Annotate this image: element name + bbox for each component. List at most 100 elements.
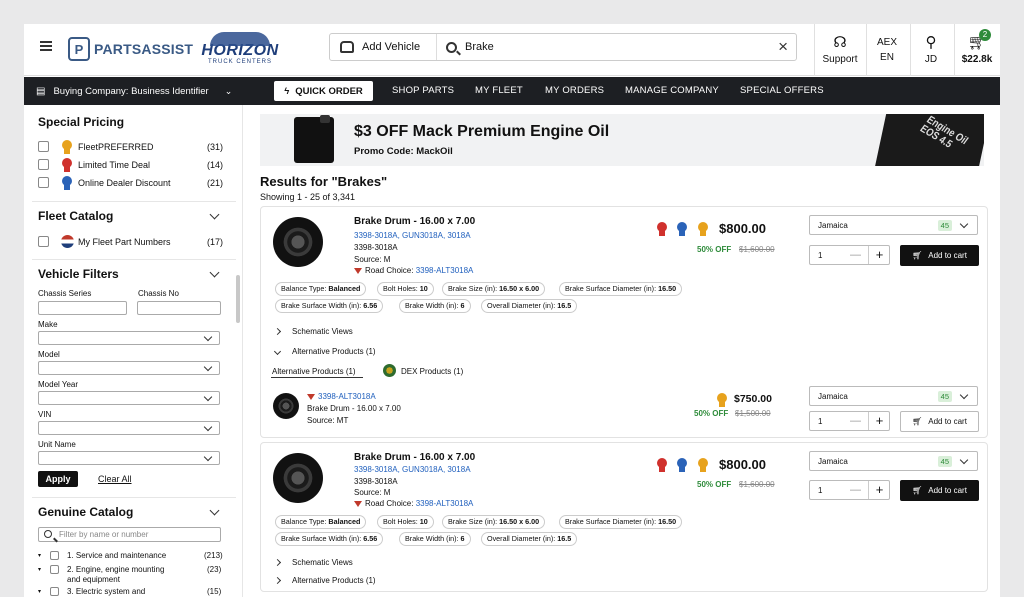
close-icon[interactable]: × [778, 38, 788, 55]
product-name[interactable]: Brake Drum - 16.00 x 7.00 [354, 452, 475, 463]
tab-dex-products[interactable]: DEX Products (1) [401, 367, 463, 376]
catalog-item-checkbox[interactable] [50, 565, 59, 574]
header-divider [814, 24, 815, 76]
expand-icon[interactable]: ▾ [38, 566, 41, 573]
quantity-stepper[interactable]: 1 — + [809, 411, 890, 431]
online-dealer-discount-label: Online Dealer Discount [78, 178, 171, 188]
product-links[interactable]: 3398-3018A, GUN3018A, 3018A [354, 465, 471, 474]
brake-drum-image[interactable] [273, 217, 323, 267]
make-select[interactable] [38, 331, 220, 345]
chevron-right-icon [273, 558, 282, 567]
quantity-value: 1 [818, 417, 823, 426]
minus-icon[interactable]: — [850, 249, 861, 261]
catalog-item-checkbox[interactable] [50, 587, 59, 596]
schematic-views-toggle[interactable]: Schematic Views [273, 558, 353, 567]
filter-sidebar: Special Pricing FleetPREFERRED (31) Limi… [24, 105, 243, 597]
nav-item-shop-parts[interactable]: SHOP PARTS [392, 77, 454, 105]
catalog-item-label: 2. Engine, engine mounting and equipment [67, 565, 165, 584]
buying-company-select[interactable]: ▤ Buying Company: Business Identifier ⌄ [36, 77, 232, 105]
support-button[interactable]: ☊ Support [816, 24, 864, 76]
road-choice-link[interactable]: 3398-ALT3018A [416, 266, 474, 275]
limited-time-deal-checkbox[interactable] [38, 159, 49, 170]
product-source: Source: M [354, 255, 391, 264]
promo-banner[interactable]: $3 OFF Mack Premium Engine Oil Promo Cod… [260, 114, 984, 166]
location-select[interactable]: Jamaica 45 [809, 215, 978, 235]
chassis-no-input[interactable] [137, 301, 221, 315]
partsassist-logo[interactable]: P PARTSASSIST [68, 36, 193, 62]
alternative-products-toggle[interactable]: Alternative Products (1) [273, 347, 376, 356]
add-vehicle-button[interactable]: Add Vehicle [330, 34, 437, 60]
sidebar-scrollbar[interactable] [236, 275, 240, 323]
fleet-catalog-heading[interactable]: Fleet Catalog [38, 209, 113, 223]
chassis-series-input[interactable] [38, 301, 127, 315]
expand-icon[interactable]: ▾ [38, 552, 41, 559]
alternative-products-toggle[interactable]: Alternative Products (1) [273, 576, 376, 585]
product-price: $800.00 [719, 221, 766, 236]
chassis-series-label: Chassis Series [38, 289, 92, 298]
minus-icon[interactable]: — [850, 415, 861, 427]
add-to-cart-button[interactable]: 🛒︎ Add to cart [900, 245, 979, 266]
chevron-down-icon[interactable] [209, 209, 220, 220]
add-to-cart-button[interactable]: 🛒︎ Add to cart [900, 480, 979, 501]
search-input[interactable]: Brake [446, 34, 494, 60]
clear-all-link[interactable]: Clear All [98, 471, 132, 487]
cart-total: $22.8k [961, 54, 993, 65]
minus-icon[interactable]: — [850, 484, 861, 496]
road-choice-link[interactable]: 3398-ALT3018A [416, 499, 474, 508]
catalog-item-checkbox[interactable] [50, 551, 59, 560]
nav-item-my-orders[interactable]: MY ORDERS [545, 77, 604, 105]
plus-icon[interactable]: + [868, 481, 890, 499]
nav-item-manage-company[interactable]: MANAGE COMPANY [625, 77, 719, 105]
account-button[interactable]: ⚲ JD [911, 24, 951, 76]
product-name[interactable]: Brake Drum - 16.00 x 7.00 [354, 216, 475, 227]
spec-value: 16.5 [557, 301, 572, 310]
spec-value: 6.56 [363, 301, 378, 310]
fleetpreferred-checkbox[interactable] [38, 141, 49, 152]
quick-order-button[interactable]: ϟ QUICK ORDER [274, 81, 373, 101]
quantity-stepper[interactable]: 1 — + [809, 480, 890, 500]
vehicle-filters-heading[interactable]: Vehicle Filters [38, 267, 119, 281]
model-year-label: Model Year [38, 380, 79, 389]
genuine-catalog-heading[interactable]: Genuine Catalog [38, 505, 133, 519]
plus-icon[interactable]: + [868, 412, 890, 430]
spec-key: Overall Diameter (in): [487, 301, 558, 310]
my-fleet-part-numbers-checkbox[interactable] [38, 236, 49, 247]
vin-select[interactable] [38, 421, 220, 435]
online-dealer-discount-checkbox[interactable] [38, 177, 49, 188]
spec-value: 10 [419, 284, 428, 293]
model-year-select[interactable] [38, 391, 220, 405]
chevron-down-icon[interactable] [209, 267, 220, 278]
add-to-cart-button[interactable]: 🛒︎ Add to cart [900, 411, 979, 432]
location-select[interactable]: Jamaica 45 [809, 386, 978, 406]
nav-item-special-offers[interactable]: SPECIAL OFFERS [740, 77, 824, 105]
product-source: Source: M [354, 488, 391, 497]
expand-icon[interactable]: ▾ [38, 588, 41, 595]
nav-item-my-fleet[interactable]: MY FLEET [475, 77, 523, 105]
brake-drum-image[interactable] [273, 393, 299, 419]
tab-alternative-products[interactable]: Alternative Products (1) [272, 367, 356, 376]
spec-key: Balance Type: [281, 517, 329, 526]
model-select[interactable] [38, 361, 220, 375]
alt-product-link[interactable]: 3398-ALT3018A [307, 392, 376, 401]
plus-icon[interactable]: + [868, 246, 890, 264]
special-pricing-heading[interactable]: Special Pricing [38, 115, 124, 129]
brake-drum-image[interactable] [273, 453, 323, 503]
schematic-views-toggle[interactable]: Schematic Views [273, 327, 353, 336]
apply-button[interactable]: Apply [38, 471, 78, 487]
horizon-logo[interactable]: HORIZON TRUCK CENTERS [200, 32, 280, 68]
fleet-badge-icon [61, 235, 74, 248]
menu-icon[interactable] [40, 41, 52, 51]
unit-name-select[interactable] [38, 451, 220, 465]
spec-key: Bolt Holes: [383, 517, 420, 526]
cart-icon: 🛒︎ [912, 486, 923, 495]
cart-button[interactable]: 🛒︎ $22.8k [955, 24, 999, 76]
catalog-item-count: (213) [204, 551, 223, 560]
spec-pill: Overall Diameter (in): 16.5 [481, 299, 578, 313]
location-select[interactable]: Jamaica 45 [809, 451, 978, 471]
chevron-down-icon[interactable] [209, 505, 220, 516]
quantity-stepper[interactable]: 1 — + [809, 245, 890, 265]
product-links[interactable]: 3398-3018A, GUN3018A, 3018A [354, 231, 471, 240]
catalog-filter-input[interactable]: Filter by name or number [38, 527, 221, 542]
locale-button[interactable]: AEX EN [867, 24, 907, 76]
promo-title: $3 OFF Mack Premium Engine Oil [354, 123, 610, 140]
